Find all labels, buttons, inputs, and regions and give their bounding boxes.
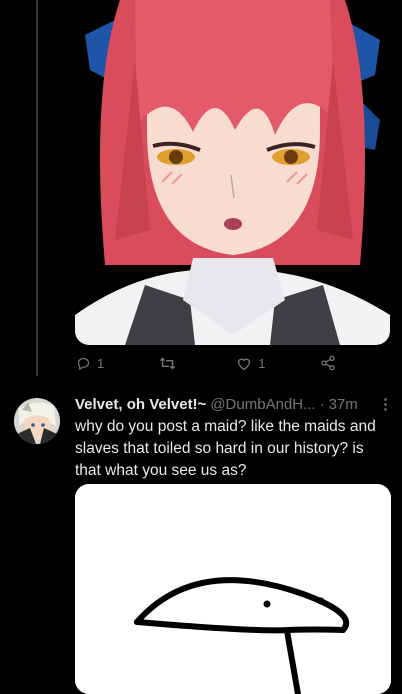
- display-name[interactable]: Velvet, oh Velvet!~: [75, 396, 206, 413]
- reply-action[interactable]: 1: [76, 356, 104, 371]
- like-action[interactable]: 1: [236, 356, 265, 371]
- thread-line: [36, 0, 38, 376]
- user-handle[interactable]: @DumbAndH...: [210, 396, 315, 413]
- timestamp[interactable]: 37m: [329, 396, 358, 413]
- meme-image[interactable]: [75, 484, 391, 694]
- tweet-header: Velvet, oh Velvet!~ @DumbAndH... · 37m ⋮: [75, 394, 393, 414]
- tweet-image[interactable]: [75, 0, 390, 345]
- avatar[interactable]: [14, 398, 60, 444]
- reply-icon: [77, 357, 90, 370]
- meme-drawing: [75, 484, 391, 694]
- share-action[interactable]: [320, 355, 336, 371]
- avatar-image: [14, 398, 60, 444]
- reply-count: 1: [97, 355, 105, 371]
- heart-icon: [238, 358, 251, 370]
- tweet-text: why do you post a maid? like the maids a…: [75, 418, 376, 479]
- tweet-actions: 1 1: [76, 352, 336, 374]
- retweet-action[interactable]: [159, 356, 182, 371]
- separator-dot: ·: [319, 395, 325, 413]
- share-icon: [321, 355, 335, 371]
- retweet-icon: [159, 357, 175, 369]
- like-count: 1: [258, 355, 266, 371]
- anime-girl-image: [75, 0, 390, 345]
- more-options-icon[interactable]: ⋮: [378, 395, 393, 413]
